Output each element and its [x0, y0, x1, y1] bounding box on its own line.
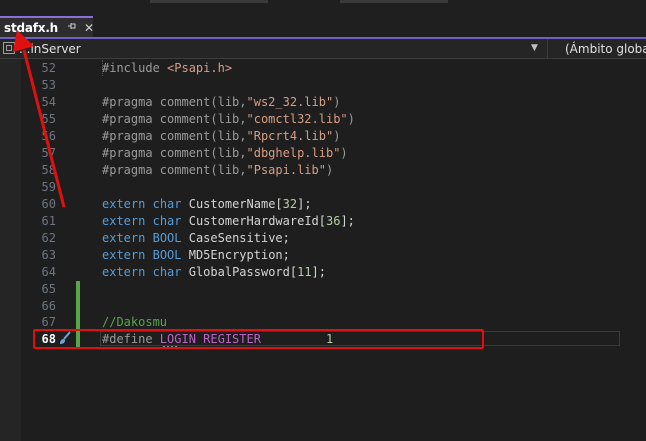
arrowhead-icon — [13, 30, 34, 52]
annotation-arrow — [13, 30, 66, 208]
